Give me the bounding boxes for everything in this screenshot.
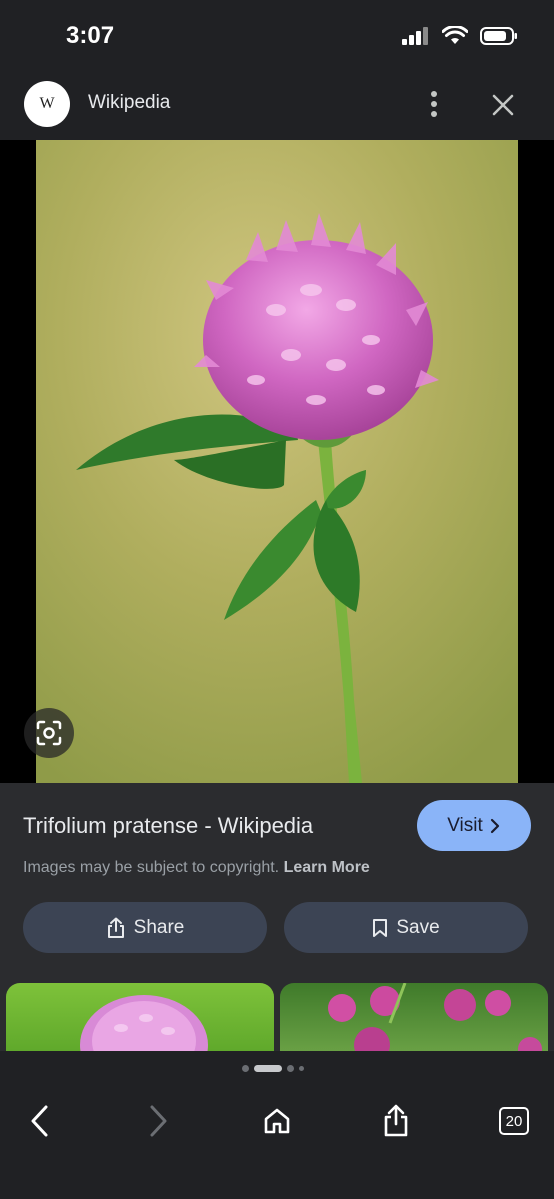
share-icon [107,917,124,938]
page-dot [299,1066,304,1071]
site-logo: W [24,81,70,127]
related-images [0,983,554,1051]
page-dot [242,1065,249,1072]
related-image-thumbnail[interactable] [280,983,548,1051]
status-icons [402,26,518,46]
site-name: Wikipedia [88,92,171,113]
result-title[interactable]: Trifolium pratense - Wikipedia [23,813,313,839]
tabs-icon: 20 [499,1107,529,1135]
close-button[interactable] [488,90,518,120]
page-dot-active [254,1065,282,1072]
share-button[interactable]: Share [23,902,267,953]
home-icon [264,1108,290,1134]
clover-illustration [36,140,518,783]
back-icon [31,1105,48,1137]
forward-icon [150,1105,167,1137]
clover-thumbnail-2 [328,983,542,1051]
home-button[interactable] [257,1101,297,1141]
visit-button[interactable]: Visit [417,800,531,851]
more-options-button[interactable] [420,88,448,122]
forward-button[interactable] [138,1101,178,1141]
lens-search-button[interactable] [24,708,74,758]
result-info-panel: Trifolium pratense - Wikipedia Visit Ima… [0,783,554,983]
chevron-right-icon [490,818,499,833]
lens-icon [36,720,62,746]
copyright-notice: Images may be subject to copyright. Lear… [23,859,370,877]
image-viewer [0,140,554,783]
clover-thumbnail-1 [80,995,208,1051]
battery-icon [480,27,517,45]
bookmark-icon [373,918,388,937]
save-button[interactable]: Save [284,902,528,953]
share-page-button[interactable] [376,1101,416,1141]
page-indicator [242,1065,304,1072]
copyright-text: Images may be subject to copyright. [23,859,280,876]
clover-photo[interactable] [36,140,518,783]
visit-label: Visit [447,814,483,836]
status-bar: 3:07 [0,0,554,70]
browser-toolbar: 20 [0,1051,554,1199]
signal-icon [402,27,428,45]
share-label: Share [133,916,185,938]
status-time: 3:07 [66,22,115,49]
learn-more-link[interactable]: Learn More [284,859,370,876]
page-header: W Wikipedia [0,70,554,140]
more-vert-icon [431,91,437,117]
save-label: Save [396,916,440,938]
wifi-icon [442,26,468,44]
close-icon [492,94,514,116]
ios-share-icon [384,1104,408,1137]
related-image-thumbnail[interactable] [6,983,274,1051]
page-dot [287,1065,294,1072]
back-button[interactable] [20,1101,60,1141]
tabs-button[interactable]: 20 [494,1101,534,1141]
